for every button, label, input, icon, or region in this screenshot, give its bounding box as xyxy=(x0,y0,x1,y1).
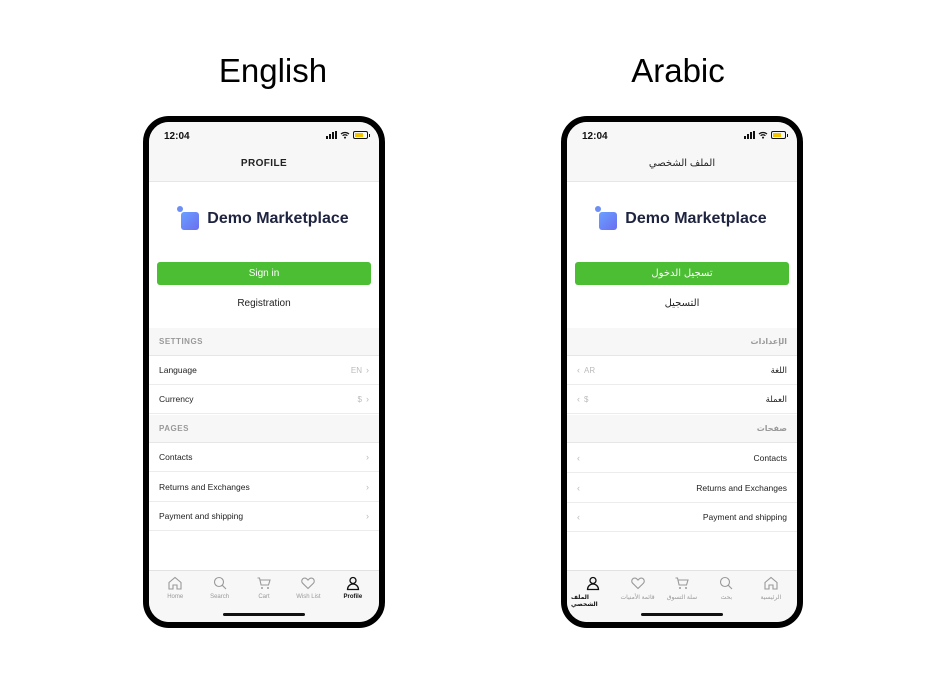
logo-mark-icon xyxy=(595,206,619,230)
battery-icon xyxy=(353,131,370,139)
cellular-signal-icon xyxy=(326,131,337,139)
heart-icon xyxy=(630,577,645,590)
phone-arabic: 12:04 الملف الشخصي Demo Marketplace تسجي… xyxy=(561,116,803,628)
page-row-returns[interactable]: Returns and Exchanges › xyxy=(149,473,379,502)
home-indicator xyxy=(641,613,723,616)
chevron-right-icon: › xyxy=(366,365,369,375)
page-row-label: Payment and shipping xyxy=(159,511,244,521)
wifi-icon xyxy=(340,131,350,139)
logo-text: Demo Marketplace xyxy=(207,210,349,227)
search-icon xyxy=(720,576,733,590)
tab-home[interactable]: Home xyxy=(153,571,197,622)
tab-label: الملف الشخصي xyxy=(570,595,598,608)
page-row-label: Payment and shipping xyxy=(702,512,787,522)
tab-home[interactable]: الرئيسية xyxy=(749,571,793,622)
page-title: PROFILE xyxy=(149,146,379,182)
status-bar: 12:04 xyxy=(567,122,797,146)
tab-label: بحث xyxy=(720,595,733,601)
search-icon xyxy=(213,576,226,590)
tab-label: Profile xyxy=(343,594,363,600)
tab-label: Wish List xyxy=(296,594,321,600)
currency-label: العملة xyxy=(765,394,787,404)
status-time: 12:04 xyxy=(164,131,190,142)
chevron-left-icon: ‹ xyxy=(577,394,580,404)
status-bar: 12:04 xyxy=(149,122,379,146)
tab-label: الرئيسية xyxy=(760,595,782,601)
home-icon xyxy=(168,576,182,590)
pages-section-header: صفحات xyxy=(567,415,797,443)
wifi-icon xyxy=(758,131,768,139)
settings-section-header: الإعدادات xyxy=(567,328,797,356)
chevron-right-icon: › xyxy=(366,482,369,492)
page-row-contacts[interactable]: Contacts › xyxy=(149,443,379,472)
page-row-payment[interactable]: Payment and shipping ‹ xyxy=(567,503,797,532)
language-value: EN xyxy=(350,366,362,375)
logo-mark-icon xyxy=(177,206,201,230)
registration-link[interactable]: التسجيل xyxy=(567,298,797,309)
language-label: Language xyxy=(159,365,197,375)
chevron-right-icon: › xyxy=(366,394,369,404)
chevron-left-icon: ‹ xyxy=(577,365,580,375)
sign-in-button[interactable]: Sign in xyxy=(157,262,371,285)
user-icon xyxy=(587,576,600,591)
chevron-left-icon: ‹ xyxy=(577,483,580,493)
arabic-heading: Arabic xyxy=(631,52,725,89)
tab-label: سلة التسوق xyxy=(666,595,698,601)
page-row-payment[interactable]: Payment and shipping › xyxy=(149,502,379,531)
chevron-right-icon: › xyxy=(366,452,369,462)
language-label: اللغة xyxy=(770,365,787,375)
settings-section-header: SETTINGS xyxy=(149,328,379,356)
home-indicator xyxy=(223,613,305,616)
chevron-left-icon: ‹ xyxy=(577,453,580,463)
currency-label: Currency xyxy=(159,394,194,404)
tab-label: قائمة الأمنيات xyxy=(620,595,655,601)
chevron-right-icon: › xyxy=(366,511,369,521)
page-row-label: Contacts xyxy=(159,452,193,462)
tab-profile[interactable]: الملف الشخصي xyxy=(571,571,615,622)
chevron-left-icon: ‹ xyxy=(577,512,580,522)
english-heading: English xyxy=(218,52,328,89)
page-row-label: Contacts xyxy=(753,453,787,463)
page-row-label: Returns and Exchanges xyxy=(159,482,250,492)
tab-label: Search xyxy=(210,594,230,600)
currency-value: $ xyxy=(357,395,362,404)
registration-link[interactable]: Registration xyxy=(149,298,379,309)
currency-row[interactable]: العملة $ ‹ xyxy=(567,385,797,414)
battery-icon xyxy=(771,131,788,139)
home-icon xyxy=(764,576,778,590)
cellular-signal-icon xyxy=(744,131,755,139)
tab-profile[interactable]: Profile xyxy=(331,571,375,622)
logo-text: Demo Marketplace xyxy=(625,210,767,227)
tab-label: Cart xyxy=(258,594,270,600)
currency-value: $ xyxy=(584,395,589,404)
cart-icon xyxy=(257,577,271,589)
phone-english: 12:04 PROFILE Demo Marketplace Sign in R… xyxy=(143,116,385,628)
brand-logo: Demo Marketplace xyxy=(567,206,797,230)
language-value: AR xyxy=(584,366,596,375)
cart-icon xyxy=(675,577,689,589)
language-row[interactable]: اللغة AR ‹ xyxy=(567,356,797,385)
page-title: الملف الشخصي xyxy=(567,146,797,182)
heart-icon xyxy=(301,577,316,590)
currency-row[interactable]: Currency $ › xyxy=(149,385,379,414)
sign-in-button[interactable]: تسجيل الدخول xyxy=(575,262,789,285)
language-row[interactable]: Language EN › xyxy=(149,356,379,385)
status-time: 12:04 xyxy=(582,131,608,142)
page-row-returns[interactable]: Returns and Exchanges ‹ xyxy=(567,474,797,503)
brand-logo: Demo Marketplace xyxy=(149,206,379,230)
tab-label: Home xyxy=(167,594,184,600)
page-row-label: Returns and Exchanges xyxy=(696,483,787,493)
user-icon xyxy=(346,576,359,591)
page-row-contacts[interactable]: Contacts ‹ xyxy=(567,444,797,473)
pages-section-header: PAGES xyxy=(149,415,379,443)
